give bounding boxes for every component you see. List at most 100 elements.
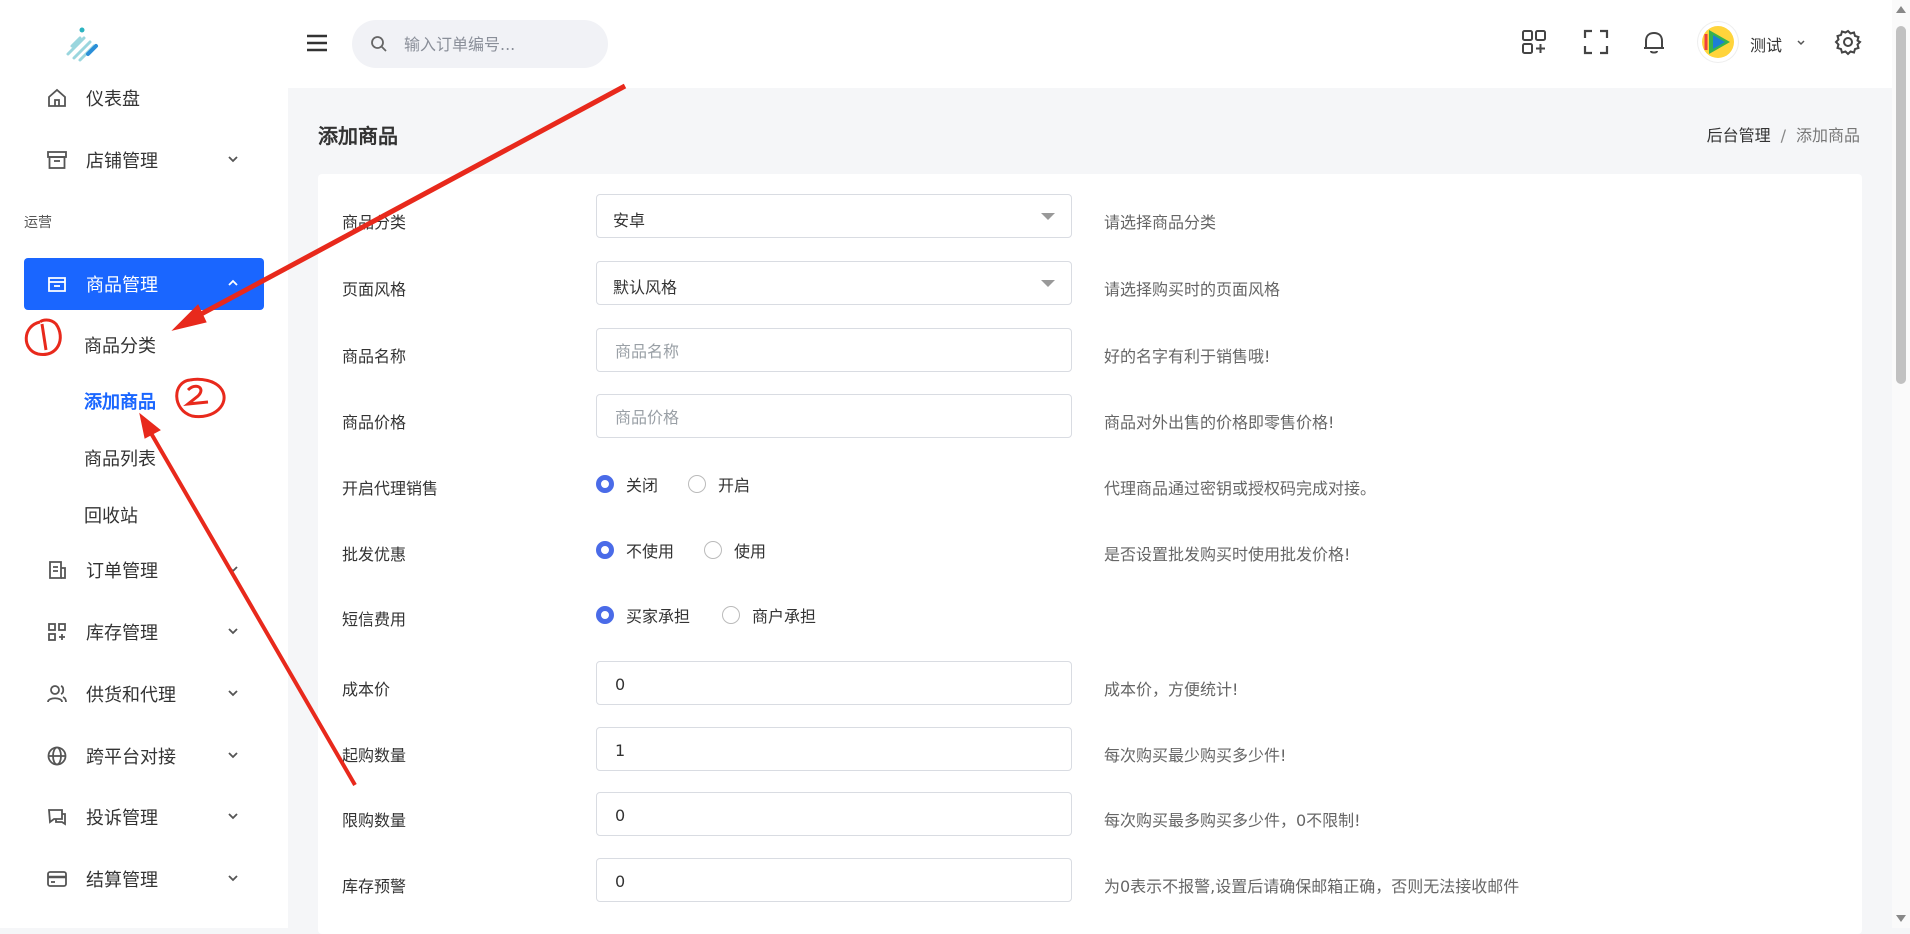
radio-label: 不使用 — [626, 542, 675, 561]
max-qty-input[interactable] — [613, 793, 1037, 837]
sidebar-subitem-recycle-bin[interactable]: 回收站 — [84, 502, 138, 528]
sidebar-item-dashboard[interactable]: 仪表盘 — [24, 72, 264, 124]
chevron-down-icon — [228, 690, 238, 697]
agent-sale-on-radio[interactable]: 开启 — [688, 472, 750, 496]
sidebar: 仪表盘 店铺管理 运营 商品管理 商品分类 添加商品 商品列表 回收站 订单管理… — [0, 0, 288, 928]
sidebar-item-supply-agent[interactable]: 供货和代理 — [24, 668, 264, 720]
radio-label: 买家承担 — [626, 607, 691, 626]
form-row-goods-price: 商品价格 商品对外出售的价格即零售价格! — [318, 394, 1862, 444]
form-row-cost: 成本价 成本价，方便统计! — [318, 661, 1862, 711]
sidebar-item-label: 供货和代理 — [86, 685, 176, 706]
stock-alert-field-wrap — [596, 858, 1072, 903]
breadcrumb-current: 添加商品 — [1795, 126, 1860, 145]
bell-icon[interactable] — [1640, 28, 1668, 56]
wholesale-label: 批发优惠 — [342, 545, 407, 564]
max-qty-label: 限购数量 — [342, 811, 407, 830]
sidebar-item-orders[interactable]: 订单管理 — [24, 544, 264, 596]
goods-price-label: 商品价格 — [342, 413, 407, 432]
hamburger-menu-icon[interactable] — [306, 34, 328, 52]
search-icon — [371, 36, 387, 52]
min-qty-hint: 每次购买最少购买多少件! — [1104, 746, 1287, 765]
agent-sale-label: 开启代理销售 — [342, 479, 439, 498]
sidebar-item-label: 跨平台对接 — [86, 747, 176, 768]
page-scrollbar[interactable] — [1892, 0, 1910, 928]
sidebar-item-label: 仪表盘 — [86, 89, 140, 110]
wholesale-off-radio[interactable]: 不使用 — [596, 538, 674, 562]
order-icon — [44, 557, 70, 583]
logo-icon[interactable] — [60, 24, 104, 64]
sms-fee-label: 短信费用 — [342, 610, 407, 629]
agent-sale-off-radio[interactable]: 关闭 — [596, 472, 658, 496]
globe-icon — [44, 743, 70, 769]
page-title: 添加商品 — [318, 124, 398, 148]
goods-name-input[interactable] — [613, 329, 1037, 373]
wholesale-on-radio[interactable]: 使用 — [704, 538, 766, 562]
form-row-wholesale: 批发优惠 不使用 使用 是否设置批发购买时使用批发价格! — [318, 526, 1862, 576]
radio-dot — [722, 606, 740, 624]
min-qty-input[interactable] — [613, 728, 1037, 772]
goods-price-field-wrap — [596, 394, 1072, 439]
page-style-label: 页面风格 — [342, 280, 407, 299]
sms-buyer-radio[interactable]: 买家承担 — [596, 603, 690, 627]
category-select[interactable]: 安卓 — [596, 194, 1072, 238]
add-goods-form: 商品分类 安卓 请选择商品分类 页面风格 默认风格 请选择购买时的页面风格 商品… — [318, 174, 1862, 934]
card-icon — [44, 866, 70, 892]
caret-down-icon — [1041, 280, 1055, 287]
chevron-down-icon — [228, 566, 238, 573]
cost-input[interactable] — [613, 662, 1037, 706]
goods-box-icon — [44, 271, 70, 297]
form-row-max-qty: 限购数量 每次购买最多购买多少件，0不限制! — [318, 792, 1862, 842]
sidebar-subitem-goods-list[interactable]: 商品列表 — [84, 445, 156, 471]
max-qty-field-wrap — [596, 792, 1072, 837]
search-box[interactable] — [352, 20, 608, 68]
category-selected-value: 安卓 — [613, 211, 646, 230]
form-row-category: 商品分类 安卓 请选择商品分类 — [318, 194, 1862, 244]
scroll-up-arrow-icon[interactable] — [1896, 6, 1906, 13]
breadcrumb-home[interactable]: 后台管理 — [1707, 126, 1771, 145]
fullscreen-icon[interactable] — [1582, 28, 1610, 56]
chevron-down-icon — [228, 813, 238, 820]
username[interactable]: 测试 — [1750, 32, 1782, 56]
radio-dot — [688, 475, 706, 493]
chevron-down-icon — [228, 628, 238, 635]
stock-alert-input[interactable] — [613, 859, 1037, 903]
sidebar-item-label: 库存管理 — [86, 623, 158, 644]
page-style-hint: 请选择购买时的页面风格 — [1104, 280, 1281, 299]
sidebar-subitem-goods-category[interactable]: 商品分类 — [84, 332, 156, 358]
apps-add-icon[interactable] — [1520, 28, 1548, 56]
form-row-min-qty: 起购数量 每次购买最少购买多少件! — [318, 727, 1862, 777]
sidebar-item-cross-platform[interactable]: 跨平台对接 — [24, 730, 264, 782]
user-avatar[interactable] — [1698, 22, 1738, 62]
form-row-sms-fee: 短信费用 买家承担 商户承担 — [318, 591, 1862, 641]
user-menu-chevron-icon[interactable] — [1796, 38, 1806, 48]
sidebar-item-settlement[interactable]: 结算管理 — [24, 853, 264, 905]
sidebar-item-complaints[interactable]: 投诉管理 — [24, 791, 264, 843]
stock-alert-label: 库存预警 — [342, 877, 407, 896]
stock-alert-hint: 为0表示不报警,设置后请确保邮箱正确，否则无法接收邮件 — [1104, 877, 1520, 896]
order-search-input[interactable] — [402, 33, 586, 55]
main-content: 添加商品 后台管理 / 添加商品 商品分类 安卓 请选择商品分类 页面风格 默认风格… — [288, 88, 1910, 934]
scroll-down-arrow-icon[interactable] — [1896, 915, 1906, 922]
cost-field-wrap — [596, 661, 1072, 706]
sidebar-item-store[interactable]: 店铺管理 — [24, 134, 264, 186]
sidebar-item-goods[interactable]: 商品管理 — [24, 258, 264, 310]
page-style-select[interactable]: 默认风格 — [596, 261, 1072, 305]
goods-price-input[interactable] — [613, 395, 1037, 439]
store-icon — [44, 147, 70, 173]
scrollbar-thumb[interactable] — [1896, 26, 1906, 384]
category-hint: 请选择商品分类 — [1104, 213, 1217, 232]
sidebar-item-inventory[interactable]: 库存管理 — [24, 606, 264, 658]
sidebar-item-label: 商品管理 — [86, 275, 158, 296]
goods-name-field-wrap — [596, 328, 1072, 373]
sidebar-subitem-add-goods[interactable]: 添加商品 — [84, 388, 156, 414]
form-row-goods-name: 商品名称 好的名字有利于销售哦! — [318, 328, 1862, 378]
form-row-page-style: 页面风格 默认风格 请选择购买时的页面风格 — [318, 261, 1862, 311]
sms-merchant-radio[interactable]: 商户承担 — [722, 603, 816, 627]
settings-gear-icon[interactable] — [1834, 28, 1862, 56]
cost-label: 成本价 — [342, 680, 391, 699]
avatar-play-logo-icon — [1702, 26, 1734, 58]
radio-dot — [596, 606, 614, 624]
min-qty-label: 起购数量 — [342, 746, 407, 765]
caret-down-icon — [1041, 213, 1055, 220]
goods-price-hint: 商品对外出售的价格即零售价格! — [1104, 413, 1335, 432]
